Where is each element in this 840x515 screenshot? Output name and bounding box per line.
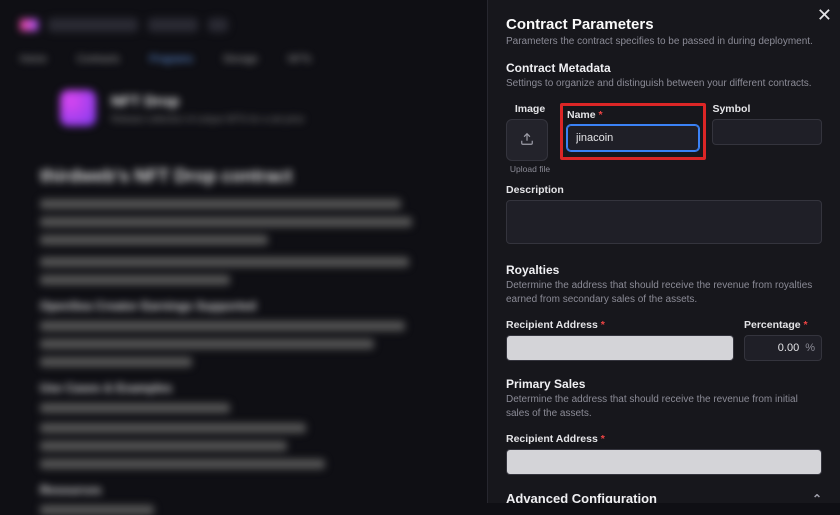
advanced-toggle[interactable]: Advanced Configuration ⌃ [506,491,822,503]
chevron-up-icon: ⌃ [812,492,822,504]
upload-image-button[interactable] [506,119,548,161]
primary-heading: Primary Sales [506,377,822,391]
royalty-address-label: Recipient Address * [506,319,734,331]
royalty-address-input[interactable] [506,335,734,361]
description-label: Description [506,184,822,196]
percent-symbol: % [805,342,815,354]
panel-subtitle: Parameters the contract specifies to be … [506,35,822,49]
royalties-desc: Determine the address that should receiv… [506,279,822,307]
royalty-percentage-input[interactable] [751,342,799,354]
panel-title: Contract Parameters [506,16,822,33]
name-label: Name * [567,109,699,121]
metadata-heading: Contract Metadata [506,61,822,75]
upload-text: Upload file [506,164,554,174]
name-input[interactable] [567,125,699,151]
description-input[interactable] [506,200,822,244]
royalties-heading: Royalties [506,263,822,277]
close-icon[interactable]: ✕ [817,6,832,24]
image-label: Image [506,103,554,115]
primary-address-input[interactable] [506,449,822,475]
primary-desc: Determine the address that should receiv… [506,393,822,421]
upload-icon [520,132,534,149]
advanced-heading: Advanced Configuration [506,491,657,503]
royalty-percentage-label: Percentage * [744,319,822,331]
primary-address-label: Recipient Address * [506,433,822,445]
metadata-desc: Settings to organize and distinguish bet… [506,77,822,91]
symbol-input[interactable] [712,119,822,145]
symbol-label: Symbol [712,103,822,115]
contract-parameters-panel: ✕ Contract Parameters Parameters the con… [487,0,840,503]
name-highlight: Name * [560,103,706,160]
